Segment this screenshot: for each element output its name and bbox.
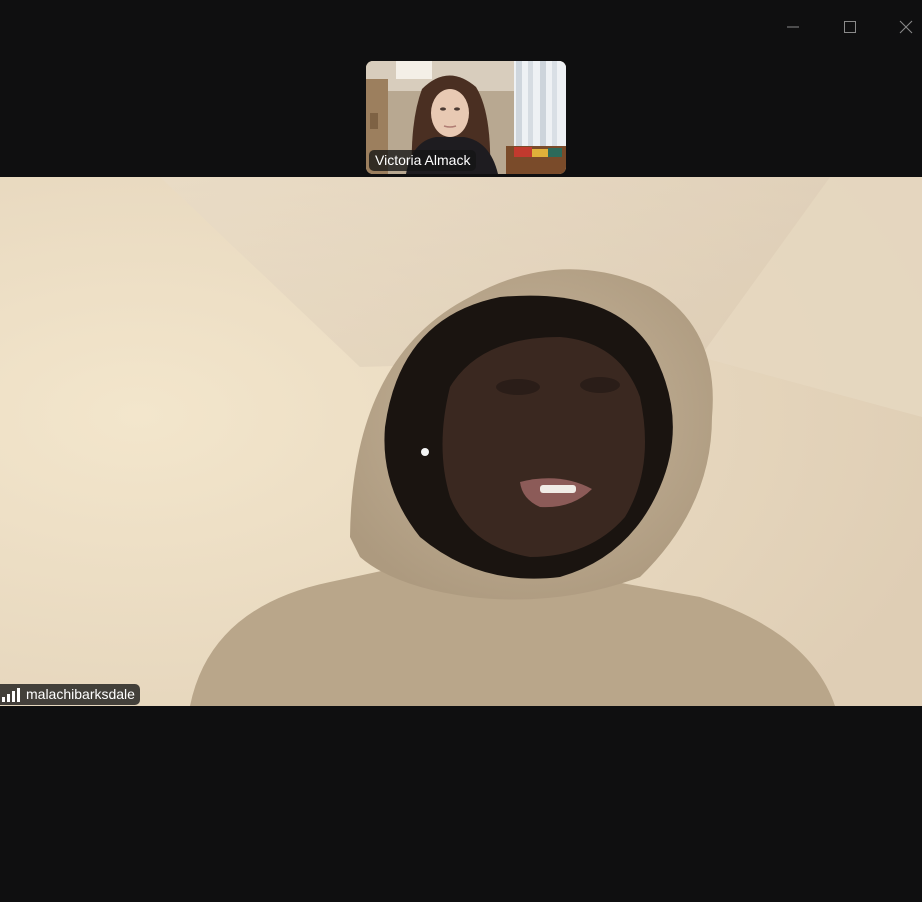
- maximize-icon: [844, 21, 856, 33]
- main-speaker-video-tile[interactable]: malachibarksdale: [0, 177, 922, 706]
- minimize-button[interactable]: [777, 12, 809, 42]
- main-speaker-video: [0, 177, 922, 706]
- network-signal-icon: [2, 687, 20, 702]
- participant-thumbnail-tile[interactable]: Victoria Almack: [366, 61, 566, 174]
- maximize-button[interactable]: [834, 12, 866, 42]
- speaker-name: malachibarksdale: [26, 686, 135, 702]
- close-icon: [899, 20, 913, 34]
- minimize-icon: [787, 26, 799, 28]
- speaker-name-tag: malachibarksdale: [0, 684, 140, 705]
- participant-name-tag: Victoria Almack: [369, 150, 477, 171]
- meeting-window: Victoria Almack malachibarksdale: [0, 0, 922, 902]
- close-button[interactable]: [890, 12, 922, 42]
